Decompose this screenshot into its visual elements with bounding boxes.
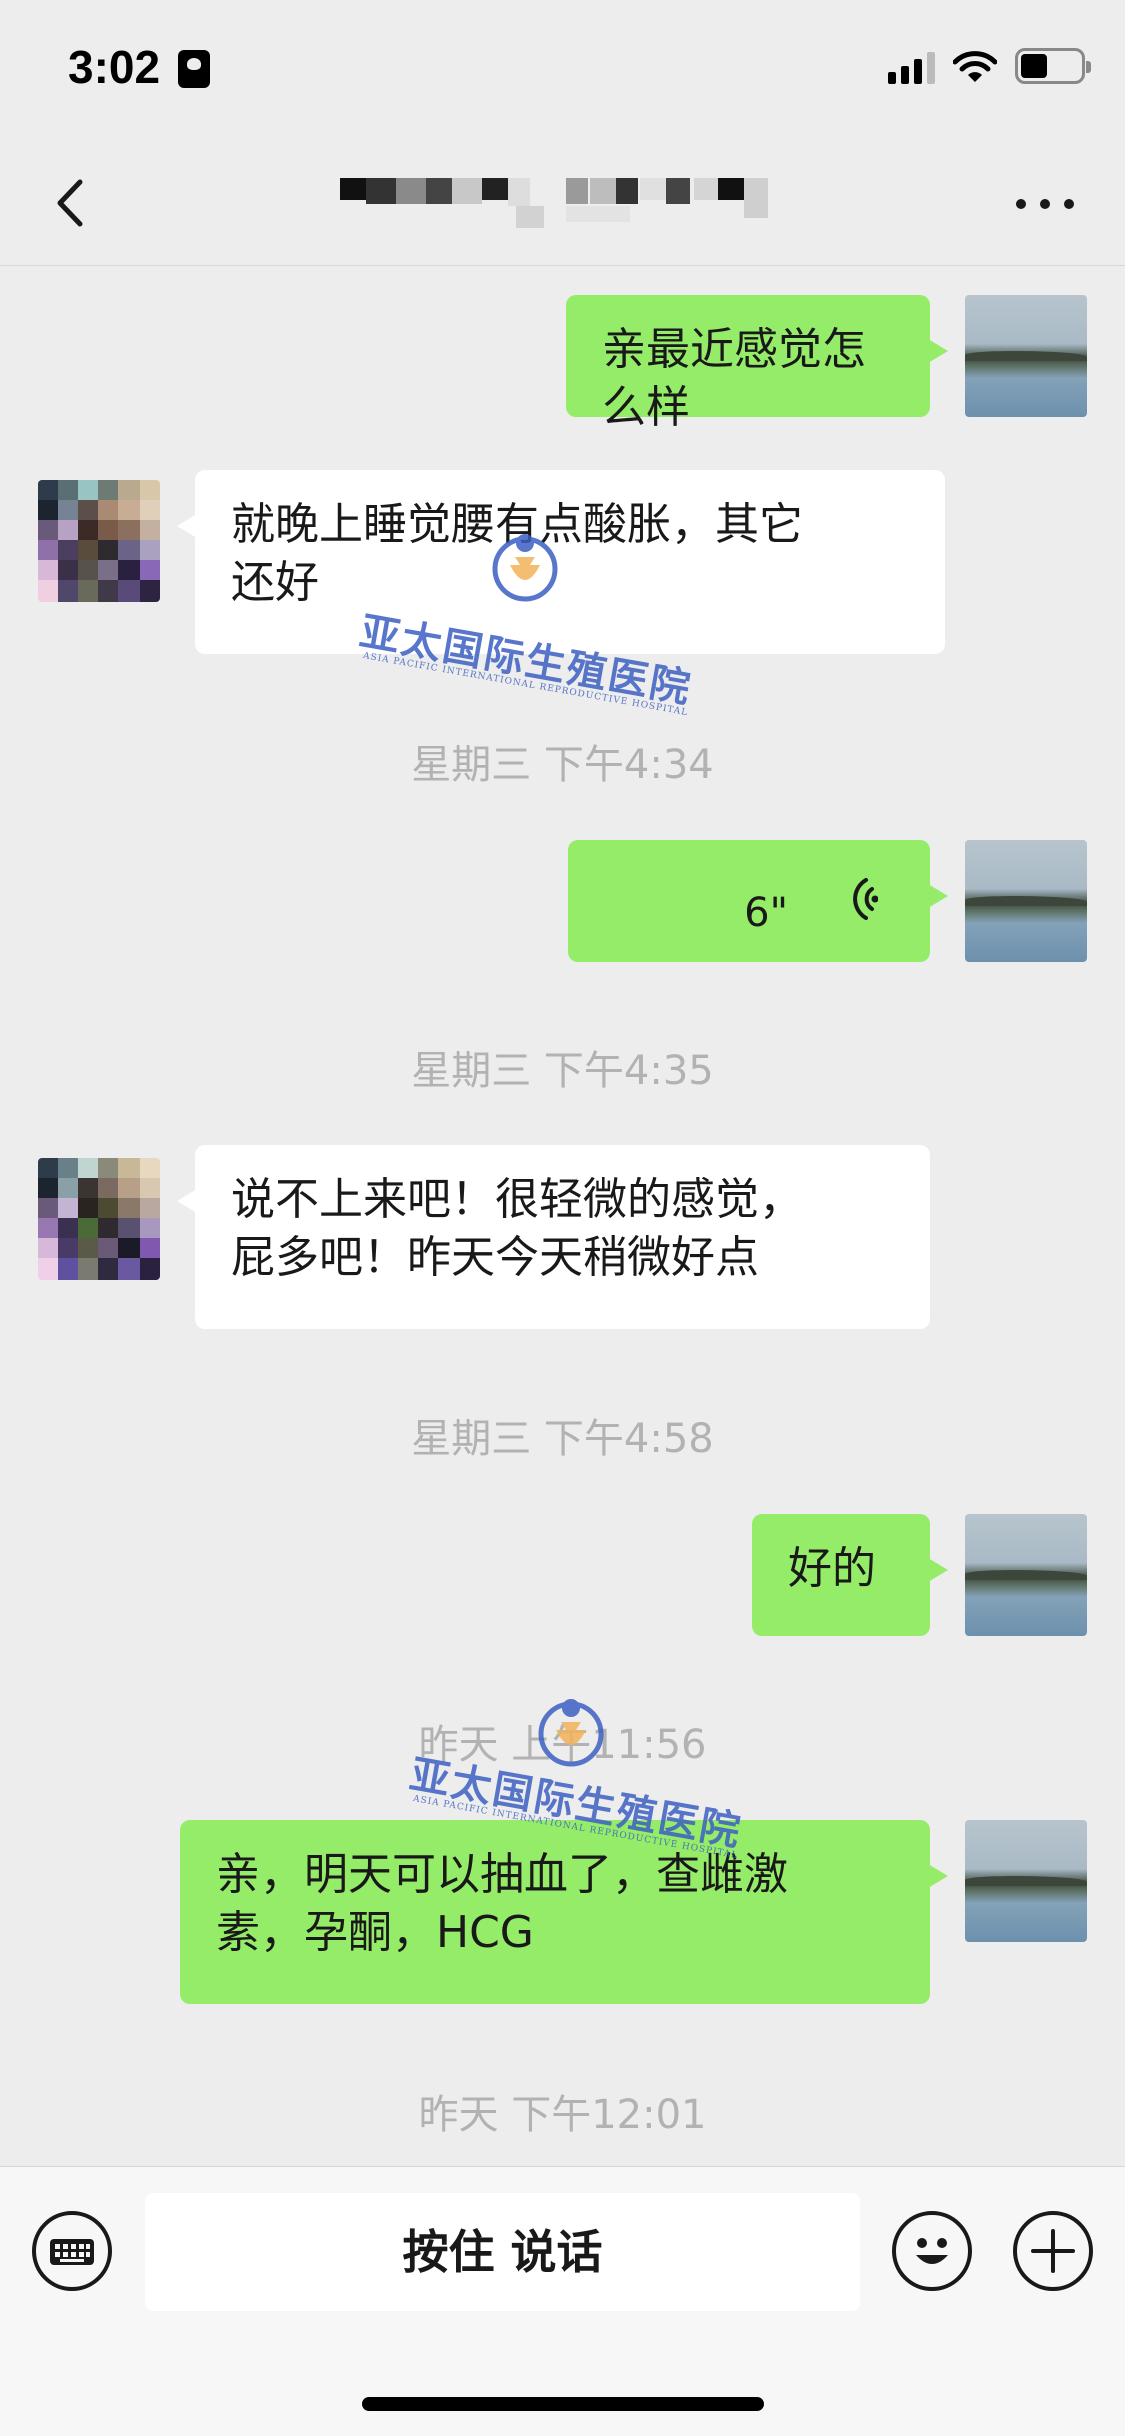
hospital-logo-icon: [492, 534, 558, 602]
chat-header: [0, 140, 1125, 266]
my-avatar[interactable]: [965, 840, 1087, 962]
my-avatar[interactable]: [965, 1820, 1087, 1942]
battery-icon: [1015, 48, 1091, 84]
chevron-left-icon: [57, 179, 83, 227]
message-timestamp: 星期三 下午4:35: [411, 1048, 714, 1094]
voice-message-bubble[interactable]: 6": [568, 840, 948, 962]
chat-input-bar: 按住 说话: [0, 2166, 1125, 2436]
hospital-watermark: 亚太国际生殖医院 ASIA PACIFIC INTERNATIONAL REPR…: [356, 525, 695, 725]
cellular-signal-icon: [888, 52, 935, 84]
more-button[interactable]: [1005, 176, 1085, 232]
keyboard-icon: [50, 2239, 94, 2265]
plus-icon: [1031, 2229, 1075, 2273]
voice-duration: 6": [744, 890, 788, 936]
message-text-line: 素，孕酮，HCG: [216, 1907, 534, 1958]
emoji-icon: [916, 2238, 948, 2264]
contact-card-icon: [178, 50, 210, 88]
more-icon: [1016, 199, 1074, 209]
message-text: 好的: [788, 1543, 876, 1594]
voice-wave-icon: [853, 878, 878, 920]
contact-avatar[interactable]: [38, 1158, 160, 1280]
message-bubble[interactable]: 亲最近感觉怎么样: [566, 295, 948, 433]
watermark-text: 亚太国际生殖医院: [356, 607, 696, 713]
message-timestamp: 星期三 下午4:34: [411, 742, 714, 788]
message-bubble[interactable]: 好的: [752, 1514, 948, 1636]
hospital-logo-icon: [538, 1699, 604, 1767]
status-indicators: [888, 48, 1091, 84]
hospital-watermark: 亚太国际生殖医院 ASIA PACIFIC INTERNATIONAL REPR…: [406, 1690, 745, 1890]
message-timestamp: 昨天 下午12:01: [418, 2092, 707, 2138]
status-bar: 3:02: [0, 0, 1125, 140]
message-timestamp: 星期三 下午4:58: [411, 1416, 714, 1462]
message-text-line: 说不上来吧！很轻微的感觉，: [231, 1174, 803, 1225]
message-text: 亲最近感觉怎么样: [602, 324, 866, 433]
message-bubble[interactable]: 说不上来吧！很轻微的感觉， 屁多吧！昨天今天稍微好点: [177, 1145, 930, 1329]
hold-to-talk-button[interactable]: 按住 说话: [145, 2193, 860, 2311]
add-button[interactable]: [1013, 2211, 1093, 2291]
emoji-button[interactable]: [892, 2211, 972, 2291]
contact-name-pixelated: [340, 170, 800, 236]
back-button[interactable]: [40, 170, 100, 236]
keyboard-toggle-button[interactable]: [32, 2211, 112, 2291]
home-indicator[interactable]: [362, 2397, 764, 2411]
my-avatar[interactable]: [965, 295, 1087, 417]
my-avatar[interactable]: [965, 1514, 1087, 1636]
message-text-line: 屁多吧！昨天今天稍微好点: [231, 1232, 759, 1283]
status-time: 3:02: [68, 41, 161, 93]
wifi-icon: [953, 51, 997, 82]
contact-avatar[interactable]: [38, 480, 160, 602]
